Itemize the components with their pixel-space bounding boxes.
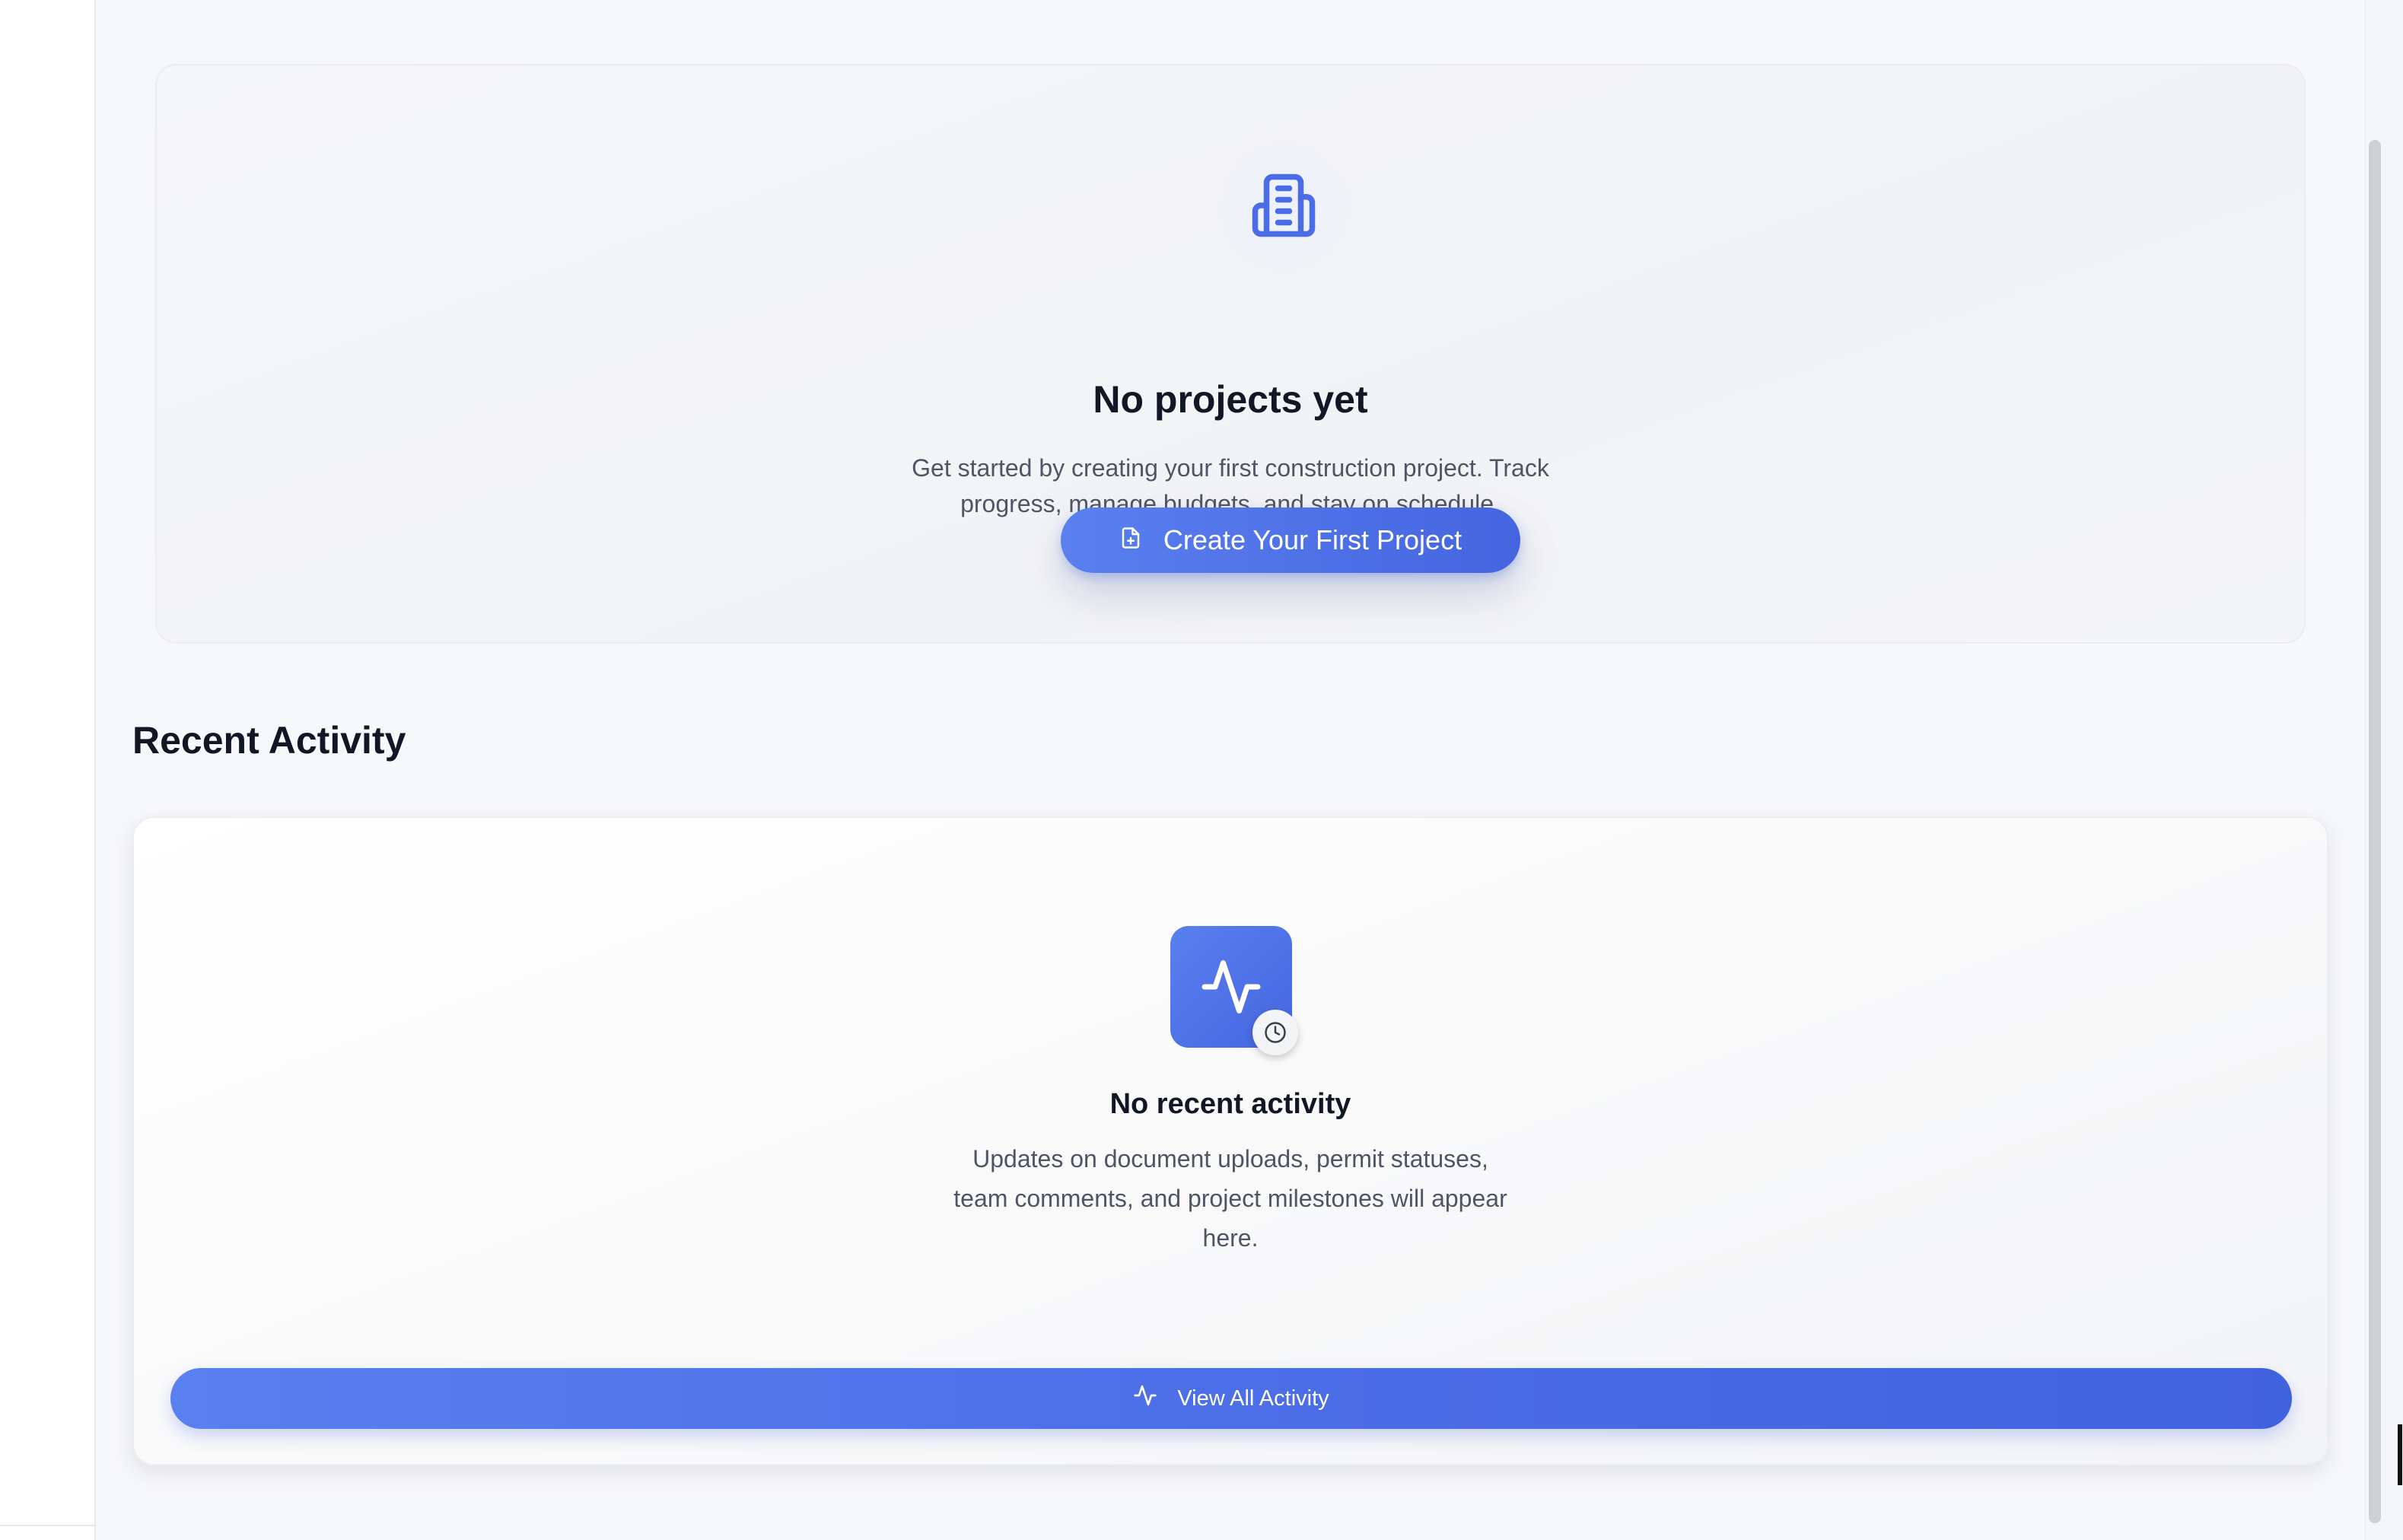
scrollbar-thumb[interactable]: [2369, 140, 2381, 1523]
no-projects-title: No projects yet: [1093, 378, 1368, 421]
projects-empty-state: No projects yet Get started by creating …: [155, 64, 2306, 644]
sidebar: [0, 0, 96, 1540]
window-edge: [2398, 1424, 2402, 1485]
create-first-project-label: Create Your First Project: [1163, 524, 1462, 555]
building-icon: [1216, 138, 1351, 273]
vertical-scrollbar[interactable]: [2365, 0, 2403, 1540]
no-activity-title: No recent activity: [1109, 1088, 1351, 1120]
view-all-activity-label: View All Activity: [1177, 1386, 1329, 1411]
sidebar-divider: [0, 1525, 94, 1526]
recent-activity-card: No recent activity Updates on document u…: [132, 816, 2328, 1465]
activity-icon: [1133, 1383, 1157, 1414]
view-all-activity-button[interactable]: View All Activity: [170, 1368, 2292, 1429]
file-plus-icon: [1119, 524, 1142, 556]
no-activity-description: Updates on document uploads, permit stat…: [953, 1145, 1507, 1252]
clock-icon: [1252, 1010, 1298, 1055]
recent-activity-heading: Recent Activity: [132, 719, 406, 762]
main-content: No projects yet Get started by creating …: [96, 0, 2365, 1540]
create-first-project-button[interactable]: Create Your First Project: [1061, 508, 1520, 573]
